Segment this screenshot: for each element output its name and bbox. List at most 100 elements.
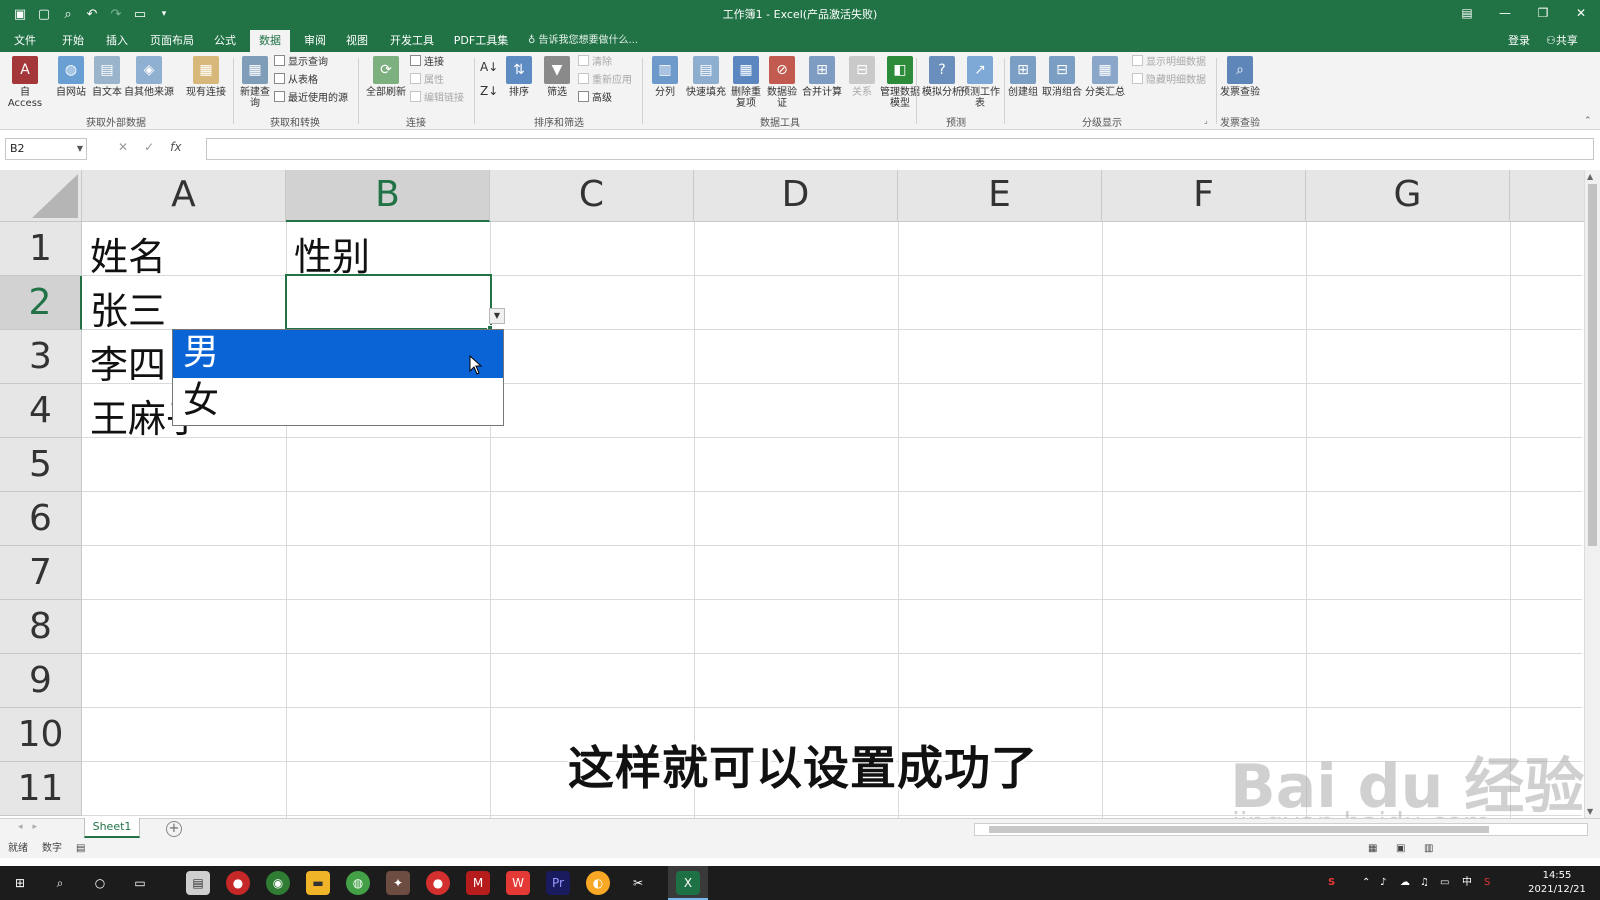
dropdown-option-male[interactable]: 男 [173,330,503,378]
new-query-button[interactable]: ▦ 新建查询 [236,56,274,109]
dropdown-option-female[interactable]: 女 [173,378,503,426]
tab-formulas[interactable]: 公式 [208,30,242,52]
subtotal-button[interactable]: ▦ 分类汇总 [1084,56,1126,98]
tab-home[interactable]: 开始 [56,30,90,52]
column-header-c[interactable]: C [490,170,694,222]
capcut-icon[interactable]: ✂ [626,871,650,895]
tab-developer[interactable]: 开发工具 [384,30,440,52]
minimize-icon[interactable]: — [1486,0,1524,26]
refresh-all-button[interactable]: ⟳ 全部刷新 [364,56,408,98]
close-icon[interactable]: ✕ [1562,0,1600,26]
share-button[interactable]: ⚇共享 [1546,30,1578,52]
volume-icon[interactable]: ♫ [1420,866,1429,900]
edit-links-button[interactable]: 编辑链接 [410,90,464,108]
validation-dropdown-arrow-icon[interactable]: ▼ [489,308,505,324]
folder-icon[interactable]: ▬ [306,871,330,895]
hide-detail-button[interactable]: 隐藏明细数据 [1132,72,1206,90]
cortana-icon[interactable]: ○ [88,871,112,895]
cancel-icon[interactable]: ✕ [118,140,128,154]
vertical-scrollbar[interactable]: ▲ ▼ [1584,170,1600,818]
show-queries-button[interactable]: 显示查询 [274,54,328,72]
show-detail-button[interactable]: 显示明细数据 [1132,54,1206,72]
row-header-5[interactable]: 5 [0,438,82,492]
from-table-button[interactable]: 从表格 [274,72,318,90]
sheet-tab-sheet1[interactable]: Sheet1 [84,818,140,838]
normal-view-icon[interactable]: ▦ [1368,840,1377,858]
collapse-ribbon-icon[interactable]: ⌃ [1584,112,1592,130]
row-header-9[interactable]: 9 [0,654,82,708]
horizontal-scrollbar[interactable] [974,823,1588,836]
chrome-icon[interactable]: ◉ [266,871,290,895]
relationships-button[interactable]: ⊟ 关系 [844,56,880,98]
properties-button[interactable]: 属性 [410,72,444,90]
column-header-b[interactable]: B [286,170,490,222]
cell-a3[interactable]: 李四 [90,334,166,389]
macro-record-icon[interactable]: ▤ [76,840,85,858]
from-web-button[interactable]: ◍ 自网站 [52,56,90,98]
search-icon[interactable]: ⌕ [48,871,72,895]
task-view-icon[interactable]: ▭ [128,871,152,895]
row-header-6[interactable]: 6 [0,492,82,546]
group-button[interactable]: ⊞ 创建组 [1006,56,1040,98]
tab-pdf-tools[interactable]: PDF工具集 [452,30,510,52]
remove-duplicates-button[interactable]: ▦ 删除重复项 [728,56,764,109]
row-header-11[interactable]: 11 [0,762,82,816]
insert-function-icon[interactable]: fx [170,140,181,154]
tab-data[interactable]: 数据 [250,30,290,52]
row-header-3[interactable]: 3 [0,330,82,384]
sogou-ime-icon[interactable]: S [1484,866,1490,900]
enter-icon[interactable]: ✓ [144,140,154,154]
sort-descending-icon[interactable]: Z↓ [480,82,498,100]
sort-button[interactable]: ⇅ 排序 [500,56,538,98]
row-header-10[interactable]: 10 [0,708,82,762]
text-to-columns-button[interactable]: ▥ 分列 [646,56,684,98]
tab-insert[interactable]: 插入 [100,30,134,52]
page-break-view-icon[interactable]: ▥ [1424,840,1433,858]
data-validation-button[interactable]: ⊘ 数据验证 [764,56,800,109]
select-all-corner[interactable] [0,170,82,222]
photo-icon[interactable]: ✦ [386,871,410,895]
browser-icon[interactable]: ◍ [346,871,370,895]
manage-data-model-button[interactable]: ◧ 管理数据模型 [880,56,920,109]
column-header-f[interactable]: F [1102,170,1306,222]
tell-me-search[interactable]: ♁ 告诉我您想要做什么... [528,30,638,52]
tab-view[interactable]: 视图 [340,30,374,52]
row-header-2[interactable]: 2 [0,276,82,330]
from-access-button[interactable]: A 自 Access [6,56,44,109]
formula-input[interactable] [206,138,1594,160]
row-header-8[interactable]: 8 [0,600,82,654]
row-header-4[interactable]: 4 [0,384,82,438]
file-manager-icon[interactable]: ▤ [186,871,210,895]
filter-button[interactable]: ▼ 筛选 [538,56,576,98]
record-icon[interactable]: ● [226,871,250,895]
row-header-7[interactable]: 7 [0,546,82,600]
scroll-up-icon[interactable]: ▲ [1587,172,1593,181]
ime-indicator[interactable]: 中 [1462,866,1472,900]
wps-icon[interactable]: W [506,871,530,895]
mail-icon[interactable]: M [466,871,490,895]
existing-connections-button[interactable]: ▦ 现有连接 [184,56,228,98]
tab-file[interactable]: 文件 [10,30,40,52]
name-box[interactable]: B2 ▼ [5,138,87,160]
cell-b1[interactable]: 性别 [294,226,370,281]
active-cell-b2[interactable] [285,274,492,330]
sort-ascending-icon[interactable]: A↓ [480,58,498,76]
column-header-h[interactable] [1510,170,1584,222]
cell-a1[interactable]: 姓名 [90,226,166,281]
connections-button[interactable]: 连接 [410,54,444,72]
recent-sources-button[interactable]: 最近使用的源 [274,90,348,108]
column-header-d[interactable]: D [694,170,898,222]
clear-button[interactable]: 清除 [578,54,612,72]
restore-icon[interactable]: ❐ [1524,0,1562,26]
add-sheet-icon[interactable]: + [166,821,182,837]
scroll-down-icon[interactable]: ▼ [1587,807,1593,816]
notification-icon[interactable]: ▭ [1440,866,1449,900]
flash-fill-button[interactable]: ▤ 快速填充 [684,56,728,98]
vertical-scroll-thumb[interactable] [1588,184,1597,546]
from-text-button[interactable]: ▤ 自文本 [88,56,126,98]
excel-icon[interactable]: X [676,871,700,895]
horizontal-scroll-thumb[interactable] [989,826,1489,833]
reapply-button[interactable]: 重新应用 [578,72,632,90]
page-layout-view-icon[interactable]: ▣ [1396,840,1405,858]
column-header-e[interactable]: E [898,170,1102,222]
